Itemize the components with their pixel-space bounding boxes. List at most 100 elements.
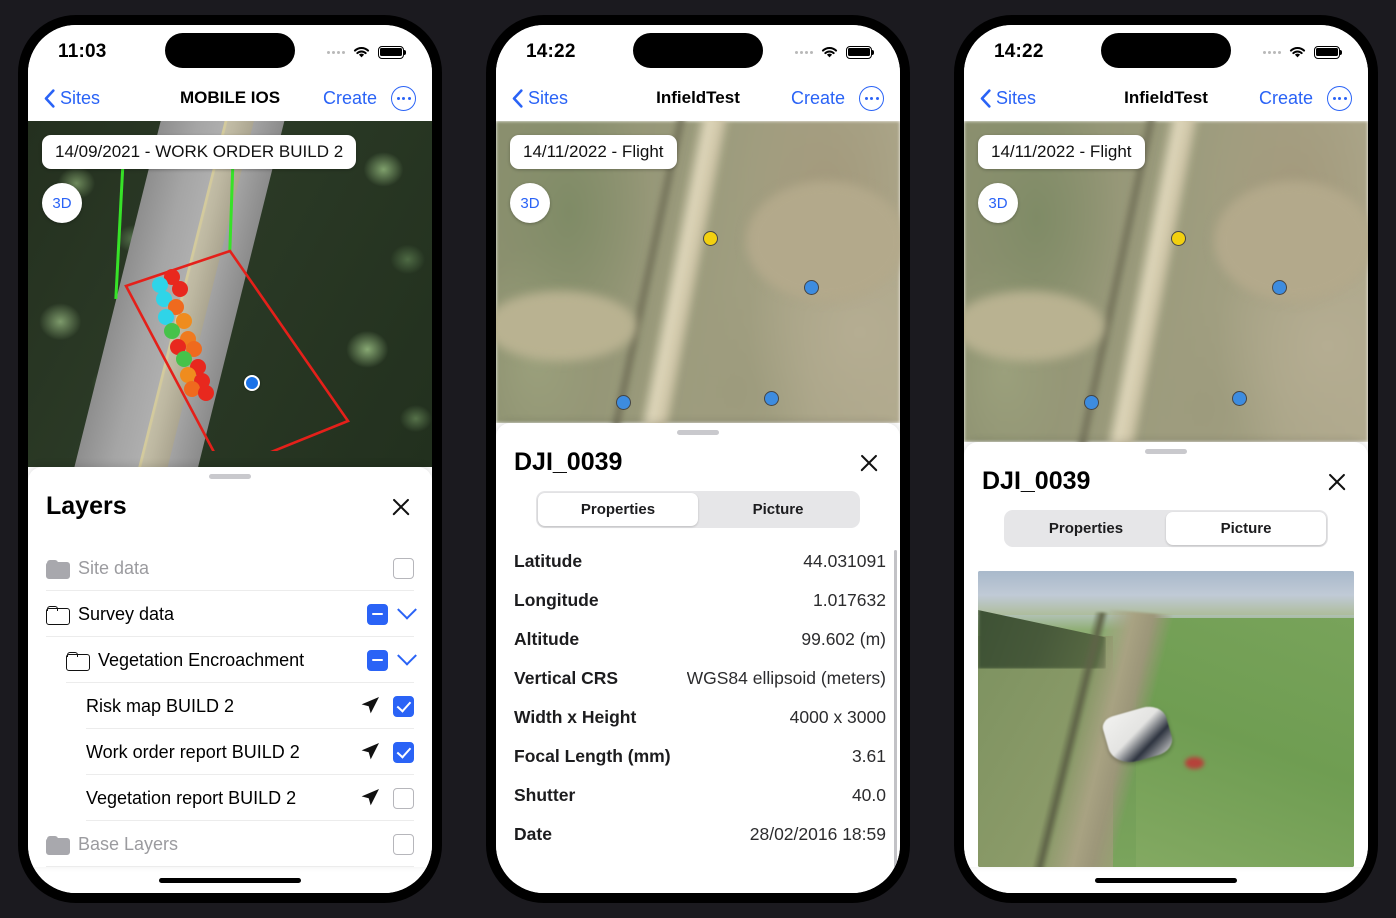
- battery-icon: [1314, 45, 1343, 59]
- photo-marker[interactable]: [1272, 280, 1287, 295]
- chevron-down-icon[interactable]: [397, 645, 417, 666]
- wifi-icon: [353, 46, 370, 58]
- red-polygon-overlay: [124, 249, 350, 451]
- property-row: Focal Length (mm) 3.61: [496, 737, 900, 776]
- layer-visibility-checkbox[interactable]: [367, 649, 388, 671]
- navigate-arrow-icon[interactable]: [359, 695, 381, 717]
- layer-controls: [359, 787, 414, 809]
- selected-photo-marker[interactable]: [703, 231, 718, 246]
- photo-detail-sheet: DJI_0039 Properties Picture: [964, 442, 1368, 867]
- back-to-sites-button[interactable]: Sites: [980, 88, 1036, 109]
- phone-gallery: 11:03 Sites MOBILE IOS Create 14/09/2021…: [0, 0, 1396, 918]
- back-to-sites-button[interactable]: Sites: [512, 88, 568, 109]
- properties-table: Latitude 44.031091 Longitude 1.017632 Altitu…: [496, 542, 900, 893]
- toggle-3d-button[interactable]: 3D: [978, 183, 1018, 223]
- toggle-3d-button[interactable]: 3D: [42, 183, 82, 223]
- map-view[interactable]: 14/11/2022 - Flight 3D: [496, 121, 900, 423]
- date-chip[interactable]: 14/09/2021 - WORK ORDER BUILD 2: [42, 135, 357, 169]
- property-row: Latitude 44.031091: [496, 542, 900, 581]
- photo-marker[interactable]: [764, 391, 779, 406]
- photo-marker[interactable]: [1232, 391, 1247, 406]
- layer-label: Survey data: [78, 603, 175, 624]
- home-indicator: [28, 867, 432, 893]
- signal-dots-icon: [1263, 50, 1281, 54]
- row-divider: [46, 866, 414, 867]
- toggle-3d-button[interactable]: 3D: [510, 183, 550, 223]
- drone-photo[interactable]: [978, 571, 1354, 867]
- folder-icon: [46, 559, 70, 579]
- create-button[interactable]: Create: [791, 88, 845, 109]
- layer-label: Base Layers: [78, 833, 179, 854]
- phone-3-screen: 14:22 Sites InfieldTest Create 14/11/202…: [964, 25, 1368, 893]
- battery-icon: [846, 45, 875, 59]
- status-time: 11:03: [58, 41, 107, 62]
- ellipsis-circle-icon[interactable]: [859, 85, 884, 111]
- property-value: 44.031091: [803, 551, 886, 571]
- property-key: Vertical CRS: [514, 668, 619, 688]
- layer-row[interactable]: Vegetation report BUILD 2: [28, 775, 432, 821]
- photo-marker[interactable]: [1084, 395, 1099, 410]
- tab-picture[interactable]: Picture: [1166, 512, 1326, 545]
- layer-row[interactable]: Site data: [28, 545, 432, 591]
- scrollbar[interactable]: [894, 550, 897, 885]
- tab-picture[interactable]: Picture: [698, 493, 858, 526]
- selected-photo-marker[interactable]: [1171, 231, 1186, 246]
- layer-row[interactable]: Base Layers: [28, 821, 432, 867]
- properties-picture-tabs: Properties Picture: [536, 491, 860, 528]
- back-label: Sites: [60, 87, 101, 108]
- status-time: 14:22: [526, 41, 576, 62]
- back-to-sites-button[interactable]: Sites: [44, 88, 100, 109]
- chevron-down-icon[interactable]: [397, 599, 417, 620]
- layer-row[interactable]: Risk map BUILD 2: [28, 683, 432, 729]
- layer-row[interactable]: Survey data: [28, 591, 432, 637]
- date-chip[interactable]: 14/11/2022 - Flight: [510, 135, 677, 169]
- phone-2-screen: 14:22 Sites InfieldTest Create 14/11/202…: [496, 25, 900, 893]
- location-marker[interactable]: [244, 375, 260, 391]
- date-chip[interactable]: 14/11/2022 - Flight: [978, 135, 1145, 169]
- back-label: Sites: [528, 87, 569, 108]
- layer-row[interactable]: Work order report BUILD 2: [28, 729, 432, 775]
- folder-icon: [66, 651, 90, 671]
- tab-properties[interactable]: Properties: [1006, 512, 1166, 545]
- property-key: Longitude: [514, 590, 599, 610]
- layer-label: Vegetation Encroachment: [98, 649, 305, 670]
- layer-visibility-checkbox[interactable]: [367, 603, 388, 625]
- nav-actions: Create: [1259, 85, 1352, 111]
- create-button[interactable]: Create: [1259, 88, 1313, 109]
- navigate-arrow-icon[interactable]: [359, 741, 381, 763]
- property-value: [881, 863, 886, 884]
- layer-visibility-checkbox[interactable]: [393, 557, 414, 579]
- property-key: Date: [514, 824, 552, 844]
- sheet-header: Layers: [28, 479, 432, 531]
- layer-row[interactable]: Vegetation Encroachment: [28, 637, 432, 683]
- create-button[interactable]: Create: [323, 88, 377, 109]
- map-view[interactable]: 14/11/2022 - Flight 3D: [964, 121, 1368, 442]
- page-title: MOBILE IOS: [179, 88, 281, 107]
- ellipsis-circle-icon[interactable]: [1327, 85, 1352, 111]
- nav-bar: Sites MOBILE IOS Create: [28, 75, 432, 121]
- phone-1: 11:03 Sites MOBILE IOS Create 14/09/2021…: [18, 15, 442, 903]
- layer-visibility-checkbox[interactable]: [393, 833, 414, 855]
- property-value: 28/02/2016 18:59: [749, 824, 886, 844]
- layer-visibility-checkbox[interactable]: [393, 741, 414, 763]
- property-key: Latitude: [514, 551, 583, 571]
- photo-marker[interactable]: [804, 280, 819, 295]
- map-view[interactable]: 14/09/2021 - WORK ORDER BUILD 2 3D: [28, 121, 432, 467]
- terrain-blob: [746, 181, 900, 301]
- properties-scroll-area[interactable]: Latitude 44.031091 Longitude 1.017632 Altitu…: [496, 542, 900, 893]
- photo-marker[interactable]: [616, 395, 631, 410]
- navigate-arrow-icon[interactable]: [359, 787, 381, 809]
- ellipsis-circle-icon[interactable]: [391, 85, 416, 111]
- status-icons: [795, 45, 875, 59]
- close-icon[interactable]: [856, 450, 882, 476]
- close-icon[interactable]: [1324, 469, 1350, 495]
- layer-controls: [367, 645, 417, 671]
- layer-visibility-checkbox[interactable]: [393, 695, 414, 717]
- close-icon[interactable]: [388, 494, 414, 520]
- tab-properties[interactable]: Properties: [538, 493, 698, 526]
- dynamic-island: [165, 33, 295, 68]
- home-indicator: [964, 867, 1368, 893]
- photo-sky: [978, 571, 1354, 616]
- layer-visibility-checkbox[interactable]: [393, 787, 414, 809]
- property-row: Longitude 1.017632: [496, 581, 900, 620]
